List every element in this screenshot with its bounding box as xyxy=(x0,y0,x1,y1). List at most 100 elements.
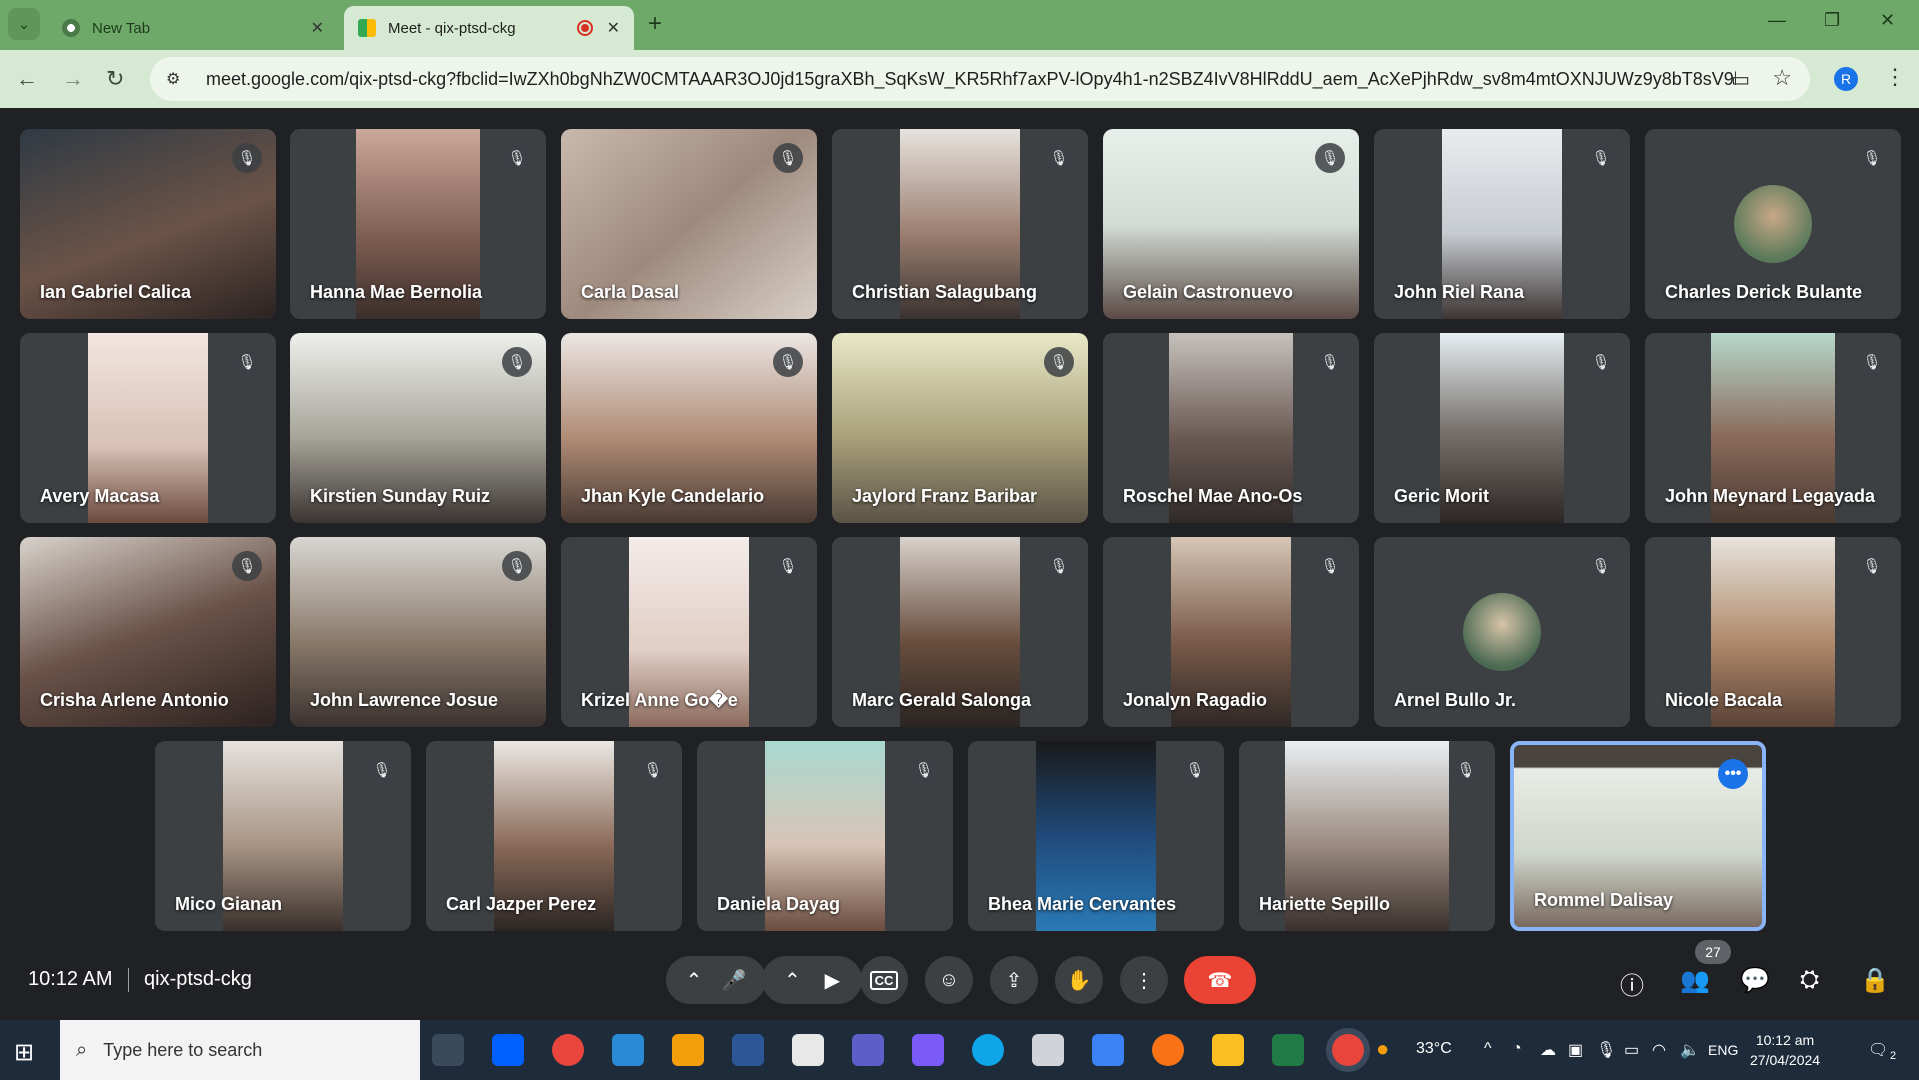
app-icon[interactable] xyxy=(1032,1034,1064,1066)
tab-search-button[interactable]: ⌄ xyxy=(8,8,40,40)
people-icon[interactable]: 👥 xyxy=(1680,966,1710,995)
battery-icon[interactable]: ▭ xyxy=(1624,1040,1639,1060)
participant-tile[interactable]: 🎙 Carl Jazper Perez xyxy=(426,741,682,931)
participant-tile[interactable]: 🎙 Jaylord Franz Baribar xyxy=(832,333,1088,523)
sublime-icon[interactable] xyxy=(672,1034,704,1066)
profile-avatar[interactable]: R xyxy=(1834,67,1858,91)
tray-chevron-icon[interactable]: ^ xyxy=(1484,1040,1492,1058)
participant-tile[interactable]: 🎙 Bhea Marie Cervantes xyxy=(968,741,1224,931)
windows-taskbar: ⊞ ⌕ Type here to search ● 33°C ^ ◔ ☁ ▣ 🎙… xyxy=(0,1020,1919,1080)
close-icon[interactable]: ✕ xyxy=(607,18,620,38)
participant-tile[interactable]: 🎙 Mico Gianan xyxy=(155,741,411,931)
tune-icon[interactable]: ⚙ xyxy=(166,69,186,89)
participant-tile[interactable]: 🎙 Jhan Kyle Candelario xyxy=(561,333,817,523)
participant-name: Kirstien Sunday Ruiz xyxy=(310,486,491,506)
participant-tile[interactable]: 🎙 Ian Gabriel Calica xyxy=(20,129,276,319)
participant-tile[interactable]: 🎙 John Lawrence Josue xyxy=(290,537,546,727)
new-tab-button[interactable]: + xyxy=(648,10,662,38)
participant-tile[interactable]: 🎙 Gelain Castronuevo xyxy=(1103,129,1359,319)
participant-tile[interactable]: 🎙 Nicole Bacala xyxy=(1645,537,1901,727)
forward-arrow-icon[interactable]: → xyxy=(62,66,84,92)
self-tile[interactable]: ••• Rommel Dalisay xyxy=(1510,741,1766,931)
participant-tile[interactable]: 🎙 Marc Gerald Salonga xyxy=(832,537,1088,727)
edge-icon[interactable] xyxy=(972,1034,1004,1066)
participant-tile[interactable]: 🎙 Kirstien Sunday Ruiz xyxy=(290,333,546,523)
camera-icon[interactable]: ▭ xyxy=(1731,67,1750,92)
camera-control[interactable]: ⌃ ▶ xyxy=(762,956,862,1004)
chrome-icon[interactable] xyxy=(552,1034,584,1066)
bookmark-star-icon[interactable]: ☆ xyxy=(1772,65,1792,91)
captions-button[interactable]: CC xyxy=(860,956,908,1004)
chevron-up-icon[interactable]: ⌃ xyxy=(686,968,703,993)
url-text[interactable]: meet.google.com/qix-ptsd-ckg?fbclid=IwZX… xyxy=(206,69,1736,90)
chrome-active-icon[interactable] xyxy=(1332,1034,1364,1066)
participant-tile[interactable]: 🎙 Roschel Mae Ano-Os xyxy=(1103,333,1359,523)
notification-icon[interactable]: 🗨 xyxy=(1868,1040,1888,1060)
display-icon[interactable]: ▣ xyxy=(1568,1040,1583,1060)
weather-icon[interactable]: ● xyxy=(1376,1036,1389,1062)
participant-tile[interactable]: 🎙 Geric Morit xyxy=(1374,333,1630,523)
taskbar-date: 27/04/2024 xyxy=(1750,1052,1821,1068)
more-options-icon[interactable]: ••• xyxy=(1718,759,1748,789)
chat-icon[interactable]: 💬 xyxy=(1740,966,1770,995)
participant-tile[interactable]: 🎙 Charles Derick Bulante xyxy=(1645,129,1901,319)
host-controls-icon[interactable]: 🔒 xyxy=(1860,966,1890,995)
microphone-control[interactable]: ⌃ 🎤 xyxy=(666,956,766,1004)
microphone-icon[interactable]: 🎤 xyxy=(722,968,747,993)
language-indicator[interactable]: ENG xyxy=(1708,1042,1738,1058)
back-arrow-icon[interactable]: ← xyxy=(16,66,38,92)
participant-tile[interactable]: 🎙 Crisha Arlene Antonio xyxy=(20,537,276,727)
mic-tray-icon[interactable]: 🎙 xyxy=(1596,1040,1616,1060)
browser-menu-icon[interactable]: ⋮ xyxy=(1884,64,1906,90)
participant-tile[interactable]: 🎙 Hariette Sepillo xyxy=(1239,741,1495,931)
vscode-icon[interactable] xyxy=(612,1034,644,1066)
volume-icon[interactable]: 🔈 xyxy=(1680,1040,1700,1060)
store-icon[interactable] xyxy=(792,1034,824,1066)
participant-tile[interactable]: 🎙 Christian Salagubang xyxy=(832,129,1088,319)
temperature[interactable]: 33°C xyxy=(1416,1040,1452,1058)
window-close-icon[interactable]: ✕ xyxy=(1880,10,1895,31)
firefox-icon[interactable] xyxy=(1152,1034,1184,1066)
meeting-code: qix-ptsd-ckg xyxy=(144,968,252,990)
leave-call-button[interactable]: ☎ xyxy=(1184,956,1256,1004)
network-icon[interactable]: ◔ xyxy=(1512,1040,1522,1058)
taskbar-search[interactable]: ⌕ Type here to search xyxy=(60,1020,420,1080)
file-explorer-icon[interactable] xyxy=(1212,1034,1244,1066)
taskbar-clock[interactable]: 10:12 am 27/04/2024 xyxy=(1750,1030,1820,1070)
info-icon[interactable]: ⓘ xyxy=(1620,966,1644,1001)
participant-tile[interactable]: 🎙 John Meynard Legayada xyxy=(1645,333,1901,523)
teams-icon[interactable] xyxy=(852,1034,884,1066)
participant-tile[interactable]: 🎙 Avery Macasa xyxy=(20,333,276,523)
editor-icon[interactable] xyxy=(912,1034,944,1066)
close-icon[interactable]: ✕ xyxy=(311,18,324,38)
activities-icon[interactable]: ⛭ xyxy=(1800,966,1819,994)
tab-meet[interactable]: Meet - qix-ptsd-ckg ✕ xyxy=(344,6,634,50)
task-view-icon[interactable] xyxy=(432,1034,464,1066)
raise-hand-button[interactable]: ✋ xyxy=(1055,956,1103,1004)
participant-tile[interactable]: 🎙 Krizel Anne Go�e xyxy=(561,537,817,727)
reload-icon[interactable]: ↻ xyxy=(106,66,124,92)
minimize-icon[interactable]: — xyxy=(1768,10,1786,31)
participant-tile[interactable]: 🎙 Jonalyn Ragadio xyxy=(1103,537,1359,727)
participant-tile[interactable]: 🎙 Arnel Bullo Jr. xyxy=(1374,537,1630,727)
word-icon[interactable] xyxy=(732,1034,764,1066)
reactions-button[interactable]: ☺ xyxy=(925,956,973,1004)
wifi-icon[interactable]: ◠ xyxy=(1652,1040,1666,1060)
participant-tile[interactable]: 🎙 John Riel Rana xyxy=(1374,129,1630,319)
dropbox-icon[interactable] xyxy=(492,1034,524,1066)
windows-start-icon[interactable]: ⊞ xyxy=(14,1038,34,1067)
participant-tile[interactable]: 🎙 Carla Dasal xyxy=(561,129,817,319)
participant-tile[interactable]: 🎙 Hanna Mae Bernolia xyxy=(290,129,546,319)
restore-icon[interactable]: ❐ xyxy=(1824,10,1840,31)
present-button[interactable]: ⇪ xyxy=(990,956,1038,1004)
address-bar[interactable]: ⚙ meet.google.com/qix-ptsd-ckg?fbclid=Iw… xyxy=(150,57,1810,101)
participant-name: John Lawrence Josue xyxy=(310,690,499,710)
onedrive-icon[interactable]: ☁ xyxy=(1540,1040,1556,1060)
excel-icon[interactable] xyxy=(1272,1034,1304,1066)
more-options-button[interactable]: ⋮ xyxy=(1120,956,1168,1004)
participant-tile[interactable]: 🎙 Daniela Dayag xyxy=(697,741,953,931)
tab-new-tab[interactable]: New Tab ✕ xyxy=(48,6,338,50)
mail-icon[interactable] xyxy=(1092,1034,1124,1066)
chevron-up-icon[interactable]: ⌃ xyxy=(784,968,801,993)
video-camera-icon[interactable]: ▶ xyxy=(825,968,840,993)
